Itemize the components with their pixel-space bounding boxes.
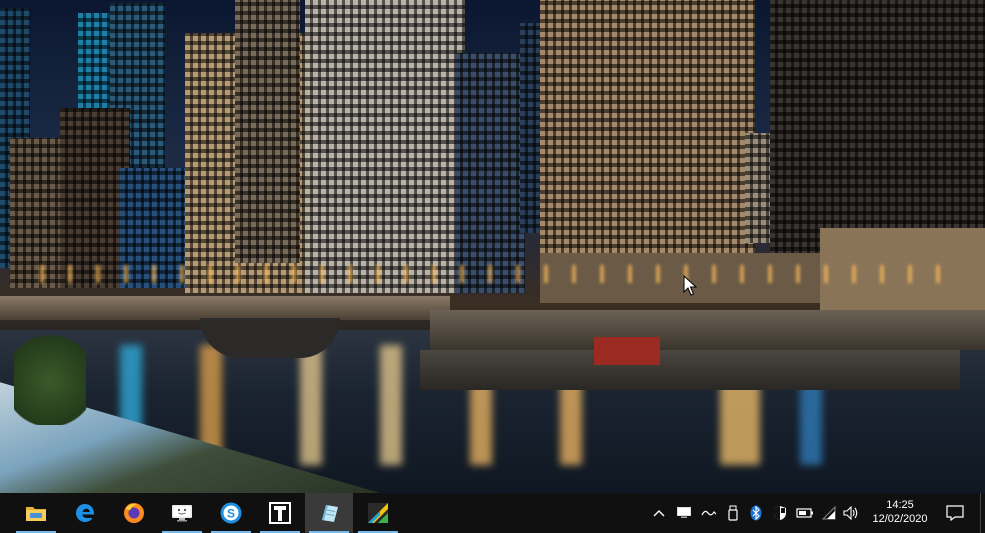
embankment: [430, 310, 985, 350]
building: [455, 53, 525, 293]
bridge-arch: [200, 318, 340, 358]
diagonal-icon: [368, 503, 388, 523]
action-center-button[interactable]: [940, 493, 970, 533]
wifi-icon: [821, 506, 836, 520]
red-boat: [594, 337, 660, 365]
tray-security[interactable]: [769, 493, 791, 533]
tray-usb[interactable]: [723, 493, 743, 533]
firefox-icon: [124, 503, 144, 523]
taskbar-edge[interactable]: [61, 493, 109, 533]
christmas-tree: [14, 315, 86, 425]
show-desktop-button[interactable]: [980, 493, 985, 533]
desktop-wallpaper: [0, 0, 985, 493]
tray-clock[interactable]: 14:25 12/02/2020: [860, 493, 940, 533]
s-icon: S: [220, 502, 242, 524]
building: [540, 0, 755, 253]
clock-date: 12/02/2020: [872, 513, 928, 525]
monitor-icon: [172, 505, 192, 522]
taskbar-notepad-app[interactable]: [305, 493, 353, 533]
bluetooth-icon: [750, 505, 762, 521]
tray-network[interactable]: [819, 493, 839, 533]
street-lights: [40, 265, 940, 283]
tray-battery[interactable]: [793, 493, 817, 533]
tray-remote-desktop[interactable]: [673, 493, 695, 533]
folder-icon: [26, 507, 46, 521]
tray-overflow-button[interactable]: [648, 493, 670, 533]
svg-text:S: S: [227, 507, 235, 521]
tray-pen-menu[interactable]: [697, 493, 721, 533]
taskbar-firefox[interactable]: [110, 493, 158, 533]
battery-icon: [796, 508, 813, 518]
taskbar-diagonal-app[interactable]: [354, 493, 402, 533]
mouse-pointer-icon: [683, 275, 697, 296]
chevron-up-icon: [653, 510, 665, 517]
tray-bluetooth[interactable]: [746, 493, 766, 533]
edge-icon: [76, 504, 95, 522]
river-wall: [420, 350, 960, 390]
taskbar-file-explorer[interactable]: [12, 493, 60, 533]
monitor-icon: [677, 507, 691, 518]
speaker-icon: [843, 506, 858, 520]
taskbar-t-app[interactable]: [256, 493, 304, 533]
building: [235, 0, 300, 263]
taskbar: S 14:25 12/02/2020: [0, 493, 985, 533]
usb-drive-icon: [728, 505, 738, 521]
building: [305, 0, 465, 293]
taskbar-s-app[interactable]: S: [207, 493, 255, 533]
notification-icon: [946, 505, 964, 521]
tray-volume[interactable]: [840, 493, 862, 533]
clock-time: 14:25: [886, 499, 914, 511]
squiggle-icon: [701, 510, 717, 516]
notepad-icon: [322, 505, 338, 522]
shield-icon: [774, 506, 786, 520]
light-reflection: [380, 345, 402, 465]
taskbar-remote-desktop[interactable]: [158, 493, 206, 533]
t-icon: [269, 502, 291, 524]
light-reflection: [300, 345, 322, 465]
